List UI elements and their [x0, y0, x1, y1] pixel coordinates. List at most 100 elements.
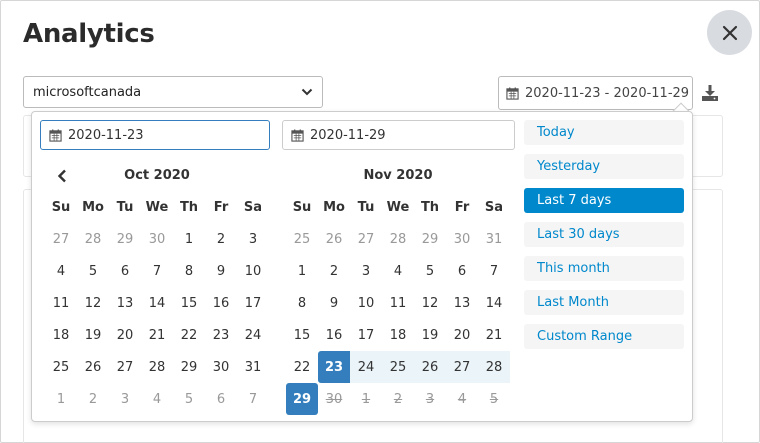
calendar-day[interactable]: 26: [414, 351, 446, 383]
calendar-day[interactable]: 8: [286, 287, 318, 319]
calendar-day[interactable]: 10: [350, 287, 382, 319]
calendar-day[interactable]: 2: [205, 223, 237, 255]
calendar-day[interactable]: 21: [478, 319, 510, 351]
calendar-day[interactable]: 31: [237, 351, 269, 383]
calendar-day[interactable]: 27: [350, 223, 382, 255]
range-yesterday[interactable]: Yesterday: [524, 154, 684, 179]
calendar-day[interactable]: 3: [237, 223, 269, 255]
calendar-day[interactable]: 1: [45, 383, 77, 415]
prev-month-button[interactable]: [52, 166, 72, 186]
calendar-day[interactable]: 6: [109, 255, 141, 287]
calendar-day[interactable]: 14: [141, 287, 173, 319]
calendar-day[interactable]: 25: [286, 223, 318, 255]
calendar-day[interactable]: 10: [237, 255, 269, 287]
download-icon: [702, 85, 718, 101]
range-last-30-days[interactable]: Last 30 days: [524, 222, 684, 247]
weekday-header: Mo: [82, 199, 104, 215]
calendar-day[interactable]: 1: [173, 223, 205, 255]
calendar-day[interactable]: 9: [318, 287, 350, 319]
calendar-day[interactable]: 17: [350, 319, 382, 351]
calendar-day[interactable]: 13: [109, 287, 141, 319]
calendar-day[interactable]: 26: [318, 223, 350, 255]
calendar-day[interactable]: 5: [173, 383, 205, 415]
calendar-day[interactable]: 27: [45, 223, 77, 255]
calendar-day[interactable]: 17: [237, 287, 269, 319]
calendar-day[interactable]: 27: [109, 351, 141, 383]
calendar-day[interactable]: 28: [382, 223, 414, 255]
calendar-day[interactable]: 9: [205, 255, 237, 287]
calendar-day[interactable]: 25: [382, 351, 414, 383]
weekday-header: Fr: [213, 199, 229, 215]
calendar-day[interactable]: 3: [350, 255, 382, 287]
page-title: Analytics: [23, 19, 155, 49]
calendar-day[interactable]: 24: [350, 351, 382, 383]
calendar-day[interactable]: 4: [45, 255, 77, 287]
calendar-day[interactable]: 29: [286, 383, 318, 415]
range-this-month[interactable]: This month: [524, 256, 684, 281]
calendar-day[interactable]: 2: [318, 255, 350, 287]
calendar-day[interactable]: 7: [237, 383, 269, 415]
download-button[interactable]: [700, 83, 720, 103]
calendar-day[interactable]: 4: [141, 383, 173, 415]
calendar-day[interactable]: 23: [318, 351, 350, 383]
calendar-day[interactable]: 27: [446, 351, 478, 383]
calendar-day[interactable]: 24: [237, 319, 269, 351]
calendar-day[interactable]: 20: [446, 319, 478, 351]
calendar-day[interactable]: 21: [141, 319, 173, 351]
calendar-day[interactable]: 30: [141, 223, 173, 255]
calendar-day[interactable]: 26: [77, 351, 109, 383]
start-date-field[interactable]: 2020-11-23: [40, 120, 270, 150]
left-calendar: Su Mo Tu We Th Fr Sa 27 28 29 30 1 2 3 4 5 6 7 8 9 10 11 12 13 1…: [45, 191, 269, 415]
calendar-day[interactable]: 3: [109, 383, 141, 415]
right-month-title: Nov 2020: [363, 168, 433, 183]
calendar-day[interactable]: 12: [414, 287, 446, 319]
calendar-day[interactable]: 15: [286, 319, 318, 351]
calendar-day[interactable]: 28: [141, 351, 173, 383]
calendar-day[interactable]: 4: [382, 255, 414, 287]
calendar-day: 1: [361, 391, 371, 407]
calendar-day[interactable]: 6: [446, 255, 478, 287]
calendar-day[interactable]: 28: [77, 223, 109, 255]
calendar-day[interactable]: 5: [414, 255, 446, 287]
calendar-day[interactable]: 25: [45, 351, 77, 383]
calendar-day[interactable]: 23: [205, 319, 237, 351]
calendar-day[interactable]: 29: [173, 351, 205, 383]
calendar-day[interactable]: 22: [173, 319, 205, 351]
end-date-field[interactable]: 2020-11-29: [282, 120, 515, 150]
account-select[interactable]: microsoftcanada: [23, 76, 323, 108]
calendar-day[interactable]: 30: [205, 351, 237, 383]
calendar-day[interactable]: 14: [478, 287, 510, 319]
calendar-day[interactable]: 13: [446, 287, 478, 319]
calendar-day[interactable]: 22: [286, 351, 318, 383]
calendar-day[interactable]: 18: [382, 319, 414, 351]
calendar-day[interactable]: 7: [478, 255, 510, 287]
calendar-day[interactable]: 31: [478, 223, 510, 255]
calendar-day[interactable]: 20: [109, 319, 141, 351]
calendar-day[interactable]: 15: [173, 287, 205, 319]
calendar-day[interactable]: 12: [77, 287, 109, 319]
calendar-day[interactable]: 1: [286, 255, 318, 287]
date-range-input[interactable]: 2020-11-23 - 2020-11-29: [498, 76, 693, 110]
calendar-day[interactable]: 7: [141, 255, 173, 287]
calendar-day[interactable]: 30: [446, 223, 478, 255]
calendar-day[interactable]: 11: [45, 287, 77, 319]
calendar-day[interactable]: 5: [77, 255, 109, 287]
calendar-day[interactable]: 28: [478, 351, 510, 383]
calendar-day[interactable]: 16: [205, 287, 237, 319]
calendar-day[interactable]: 16: [318, 319, 350, 351]
close-button[interactable]: [707, 10, 752, 55]
calendar-day[interactable]: 8: [173, 255, 205, 287]
range-today[interactable]: Today: [524, 120, 684, 145]
calendar-day[interactable]: 11: [382, 287, 414, 319]
calendar-day[interactable]: 19: [77, 319, 109, 351]
range-last-7-days[interactable]: Last 7 days: [524, 188, 684, 213]
range-last-month[interactable]: Last Month: [524, 290, 684, 315]
weekday-header: Su: [292, 199, 312, 215]
calendar-day[interactable]: 18: [45, 319, 77, 351]
calendar-day[interactable]: 29: [109, 223, 141, 255]
calendar-day[interactable]: 29: [414, 223, 446, 255]
range-custom-range[interactable]: Custom Range: [524, 324, 684, 349]
calendar-day[interactable]: 2: [77, 383, 109, 415]
calendar-day[interactable]: 19: [414, 319, 446, 351]
calendar-day[interactable]: 6: [205, 383, 237, 415]
